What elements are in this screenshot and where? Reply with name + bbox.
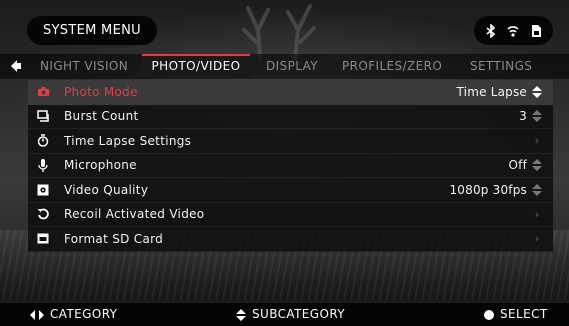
back-arrow-icon[interactable] [10,59,22,73]
wifi-icon [507,25,520,37]
stopwatch-icon [30,134,56,147]
chevron-right-icon[interactable]: › [531,134,543,147]
up-down-arrows-icon[interactable] [531,110,543,123]
background-antlers [242,4,316,60]
status-bar [474,16,553,45]
subcategory-hint: SUBCATEGORY [236,303,345,326]
bluetooth-icon [486,23,496,38]
menu-item-photo-mode[interactable]: Photo Mode Time Lapse [28,80,553,105]
menu-item-recoil-activated-video[interactable]: Recoil Activated Video › [28,202,553,227]
up-down-arrows-icon[interactable] [531,159,543,172]
screen: SYSTEM MENU NIGHT VISION PHOTO/VIDEO DIS… [0,0,569,326]
select-hint-label: SELECT [500,307,548,321]
recoil-icon [30,208,56,220]
menu-item-label: Burst Count [64,109,139,124]
subcategory-hint-label: SUBCATEGORY [252,307,346,321]
menu-item-label: Video Quality [64,182,149,197]
chevron-right-icon[interactable]: › [531,232,543,245]
menu-item-label: Time Lapse Settings [64,133,192,148]
menu-item-video-quality[interactable]: Video Quality 1080p 30fps [28,178,553,203]
video-quality-icon [30,184,56,196]
sd-card-icon [30,233,56,244]
menu-item-label: Format SD Card [64,231,164,246]
category-hint: CATEGORY [30,303,117,326]
sd-card-icon [532,24,542,37]
camera-icon [30,86,56,97]
footer-hints: CATEGORY SUBCATEGORY SELECT [0,303,569,326]
system-menu-title: SYSTEM MENU [27,16,157,45]
up-down-arrows-icon[interactable] [531,85,543,98]
menu-item-format-sd-card[interactable]: Format SD Card › [28,227,553,252]
tab-display[interactable]: DISPLAY [266,54,318,79]
menu-item-burst-count[interactable]: Burst Count 3 [28,104,553,129]
up-down-arrows-icon [236,308,246,321]
menu-item-time-lapse-settings[interactable]: Time Lapse Settings › [28,129,553,154]
microphone-icon [30,158,56,172]
tab-settings[interactable]: SETTINGS [470,54,532,79]
menu-item-value: Off [508,158,527,173]
category-hint-label: CATEGORY [50,307,118,321]
menu-item-value: 1080p 30fps [449,182,527,197]
menu-item-label: Photo Mode [64,84,138,99]
settings-menu: Photo Mode Time Lapse Burst Count 3 Time… [28,80,553,252]
left-right-arrows-icon [30,309,44,320]
burst-icon [30,110,56,122]
tab-profiles-zero[interactable]: PROFILES/ZERO [342,54,442,79]
menu-item-value: Time Lapse [456,84,527,99]
select-hint: SELECT [484,303,548,326]
menu-item-microphone[interactable]: Microphone Off [28,153,553,178]
up-down-arrows-icon[interactable] [531,183,543,196]
select-button-icon [484,309,494,320]
chevron-right-icon[interactable]: › [531,208,543,221]
menu-item-value: 3 [519,109,527,124]
menu-item-label: Microphone [64,158,137,173]
tab-night-vision[interactable]: NIGHT VISION [40,54,128,79]
tab-photo-video[interactable]: PHOTO/VIDEO [142,54,250,79]
category-tabs: NIGHT VISION PHOTO/VIDEO DISPLAY PROFILE… [0,54,569,79]
menu-item-label: Recoil Activated Video [64,207,205,222]
